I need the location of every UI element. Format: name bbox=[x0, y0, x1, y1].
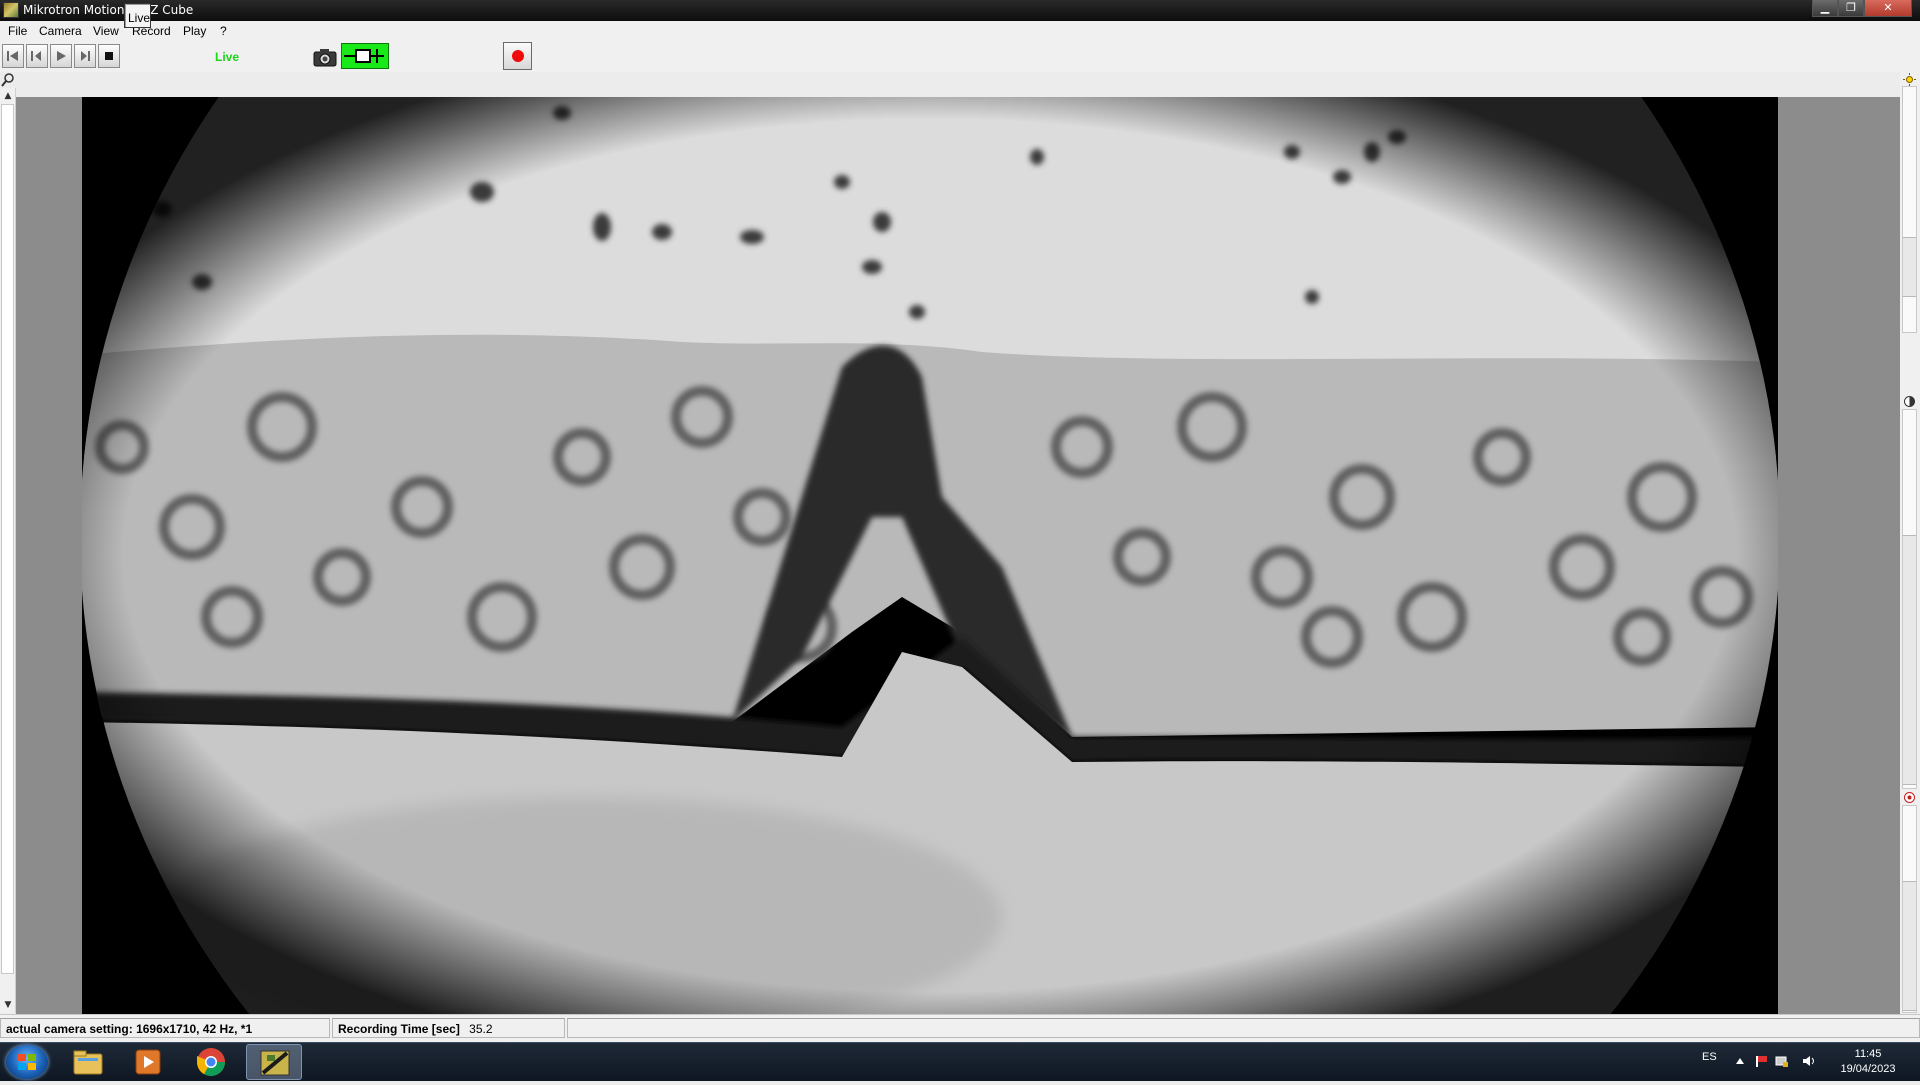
snapshot-button[interactable] bbox=[312, 45, 338, 69]
record-icon bbox=[512, 50, 524, 62]
taskbar-explorer-button[interactable] bbox=[60, 1044, 116, 1080]
gamma-slider-thumb[interactable] bbox=[1903, 881, 1916, 1011]
menu-view[interactable]: View bbox=[93, 24, 119, 38]
trigger-icon bbox=[344, 49, 384, 63]
window-title: Mikrotron MotionBLITZ Cube bbox=[23, 3, 194, 17]
recording-time-label: Recording Time [sec] bbox=[338, 1022, 460, 1036]
camera-setting-value: 1696x1710, 42 Hz, *1 bbox=[136, 1022, 253, 1036]
skip-to-start-button[interactable] bbox=[2, 44, 24, 68]
chrome-icon bbox=[197, 1048, 225, 1076]
live-button[interactable]: Live bbox=[124, 3, 151, 28]
step-forward-button[interactable] bbox=[74, 44, 96, 68]
left-vertical-scrollbar[interactable]: ▲ ▼ bbox=[0, 88, 16, 1013]
scroll-up-arrow-icon[interactable]: ▲ bbox=[0, 88, 16, 104]
record-button[interactable] bbox=[503, 42, 532, 70]
menu-bar: File Camera View Record Play ? bbox=[0, 21, 1920, 42]
menu-help[interactable]: ? bbox=[220, 24, 227, 38]
status-bar: actual camera setting: 1696x1710, 42 Hz,… bbox=[0, 1014, 1920, 1043]
camera-setting-pane: actual camera setting: 1696x1710, 42 Hz,… bbox=[0, 1018, 330, 1038]
folder-icon bbox=[73, 1050, 103, 1075]
taskbar-media-player-button[interactable] bbox=[120, 1044, 176, 1080]
video-viewport[interactable] bbox=[16, 97, 1900, 1014]
recording-time-value: 35.2 bbox=[469, 1022, 493, 1036]
motionblitz-icon bbox=[260, 1050, 290, 1076]
menu-camera[interactable]: Camera bbox=[39, 24, 82, 38]
right-control-panel bbox=[1900, 72, 1920, 1014]
contrast-slider-thumb[interactable] bbox=[1903, 535, 1916, 785]
trigger-button[interactable] bbox=[341, 43, 389, 69]
brightness-slider-thumb[interactable] bbox=[1903, 237, 1916, 297]
status-empty-pane bbox=[567, 1018, 1920, 1038]
scrollbar-thumb[interactable] bbox=[1, 104, 14, 974]
camera-image bbox=[82, 97, 1778, 1014]
taskbar-motionblitz-button[interactable] bbox=[246, 1044, 302, 1080]
step-forward-icon bbox=[81, 51, 90, 61]
camera-icon bbox=[313, 49, 337, 67]
brightness-slider[interactable] bbox=[1902, 86, 1917, 333]
clock-time: 11:45 bbox=[1854, 1048, 1882, 1060]
clock[interactable]: 11:45 19/04/2023 bbox=[1828, 1047, 1908, 1077]
app-icon bbox=[3, 2, 19, 18]
stop-icon bbox=[105, 52, 113, 60]
gamma-slider[interactable] bbox=[1902, 805, 1917, 1013]
taskbar-chrome-button[interactable] bbox=[183, 1044, 239, 1080]
close-button[interactable]: ✕ bbox=[1864, 0, 1912, 17]
show-hidden-icons-icon[interactable] bbox=[1733, 1054, 1747, 1068]
menu-file[interactable]: File bbox=[8, 24, 27, 38]
gamma-icon bbox=[1904, 792, 1915, 803]
clock-date: 19/04/2023 bbox=[1840, 1063, 1896, 1075]
language-indicator[interactable]: ES bbox=[1702, 1051, 1717, 1063]
zoom-icon[interactable] bbox=[1, 73, 15, 87]
camera-setting-label: actual camera setting: bbox=[6, 1022, 133, 1036]
taskbar: ES 11:45 19/04/2023 bbox=[0, 1042, 1920, 1081]
skip-start-icon bbox=[7, 51, 18, 61]
scroll-down-arrow-icon[interactable]: ▼ bbox=[0, 997, 16, 1013]
stop-button[interactable] bbox=[98, 44, 120, 68]
brightness-sun-icon bbox=[1903, 73, 1916, 86]
live-status-indicator: Live bbox=[215, 50, 240, 64]
title-bar: Mikrotron MotionBLITZ Cube ▁ ❐ ✕ bbox=[0, 0, 1920, 21]
play-icon bbox=[57, 51, 66, 61]
recording-time-pane: Recording Time [sec] 35.2 bbox=[332, 1018, 565, 1038]
start-button[interactable] bbox=[6, 1045, 48, 1079]
step-back-icon bbox=[31, 51, 41, 61]
contrast-slider[interactable] bbox=[1902, 409, 1917, 789]
contrast-icon bbox=[1904, 396, 1915, 407]
maximize-button[interactable]: ❐ bbox=[1838, 0, 1864, 17]
microscope-frame bbox=[82, 97, 1778, 1014]
media-player-icon bbox=[135, 1049, 161, 1075]
minimize-button[interactable]: ▁ bbox=[1812, 0, 1838, 17]
play-button[interactable] bbox=[50, 44, 72, 68]
step-back-button[interactable] bbox=[26, 44, 48, 68]
menu-play[interactable]: Play bbox=[183, 24, 206, 38]
action-center-flag-icon[interactable] bbox=[1754, 1054, 1768, 1068]
windows-logo-icon bbox=[18, 1054, 36, 1070]
toolbar bbox=[0, 41, 1920, 72]
network-icon[interactable] bbox=[1774, 1054, 1788, 1068]
volume-icon[interactable] bbox=[1802, 1054, 1816, 1068]
